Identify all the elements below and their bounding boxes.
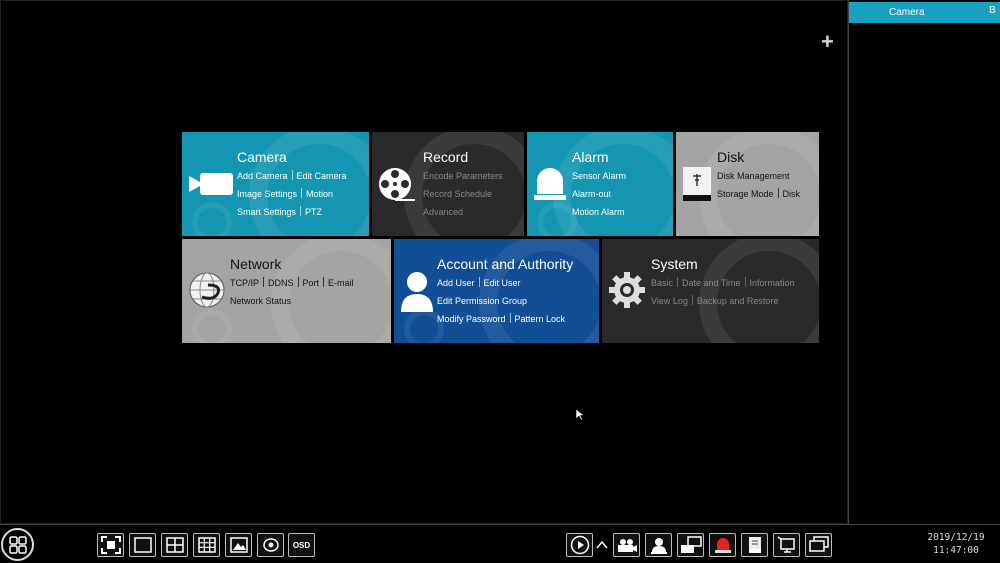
menu-tile-alarm[interactable]: Alarm Sensor Alarm Alarm-out Motion Alar…: [527, 132, 673, 236]
fullscreen-button[interactable]: [97, 533, 124, 557]
network-icon: [680, 536, 702, 553]
osd-button[interactable]: OSD: [288, 533, 315, 557]
tile-title: Camera: [237, 149, 287, 165]
add-user-link[interactable]: Add User: [437, 278, 475, 288]
port-link[interactable]: Port: [303, 278, 320, 288]
camera-icon: [189, 173, 233, 195]
live-view-area[interactable]: + Camera Add Camera Edit Camera Image Set…: [0, 0, 848, 524]
pattern-lock-link[interactable]: Pattern Lock: [515, 314, 566, 324]
fullscreen-icon: [100, 536, 121, 554]
disk-icon: [748, 537, 761, 553]
nine-view-button[interactable]: [193, 533, 220, 557]
user-icon: [650, 538, 667, 554]
storage-mode-link[interactable]: Storage Mode: [717, 189, 774, 199]
edit-camera-link[interactable]: Edit Camera: [297, 171, 347, 181]
alarm-out-link[interactable]: Alarm-out: [572, 189, 611, 199]
tile-title: Alarm: [572, 149, 609, 165]
smart-settings-link[interactable]: Smart Settings: [237, 207, 296, 217]
camera-record-button[interactable]: [613, 533, 640, 557]
clock: 2019/12/19 11:47:00: [916, 531, 996, 557]
single-view-button[interactable]: [129, 533, 156, 557]
email-link[interactable]: E-mail: [328, 278, 354, 288]
menu-tile-disk[interactable]: Disk Disk Management Storage Mode Disk: [676, 132, 819, 236]
ddns-link[interactable]: DDNS: [268, 278, 294, 288]
playback-button[interactable]: [566, 533, 593, 557]
ptz-link[interactable]: PTZ: [305, 207, 322, 217]
osd-icon: OSD: [292, 540, 311, 550]
tcpip-link[interactable]: TCP/IP: [230, 278, 259, 288]
tab-camera-label: Camera: [889, 7, 925, 18]
quad-view-button[interactable]: [161, 533, 188, 557]
system-icon: [777, 536, 795, 553]
taskbar: OSD 2019/12/19 11:47:00: [0, 524, 1000, 563]
single-view-icon: [133, 537, 152, 553]
display-icon: [808, 536, 829, 552]
nine-view-icon: [197, 537, 216, 553]
image-adjust-button[interactable]: [225, 533, 252, 557]
edit-permission-group-link[interactable]: Edit Permission Group: [437, 296, 527, 306]
globe-icon: [189, 272, 225, 308]
expand-button[interactable]: [595, 533, 609, 557]
view-log-link[interactable]: View Log: [651, 296, 688, 306]
tab-partial-label[interactable]: B: [989, 5, 996, 16]
playback-icon: [570, 535, 589, 555]
user-button[interactable]: [645, 533, 672, 557]
advanced-link[interactable]: Advanced: [423, 207, 463, 217]
menu-tile-camera[interactable]: Camera Add Camera Edit Camera Image Setti…: [182, 132, 369, 236]
tile-title: Network: [230, 256, 282, 272]
encode-parameters-link[interactable]: Encode Parameters: [423, 171, 503, 181]
mouse-cursor-icon: [576, 409, 585, 421]
sequence-button[interactable]: [257, 533, 284, 557]
display-button[interactable]: [805, 533, 832, 557]
basic-link[interactable]: Basic: [651, 278, 673, 288]
disk-management-link[interactable]: Disk Management: [717, 171, 790, 181]
side-panel[interactable]: Camera B: [848, 0, 1000, 524]
menu-tile-account[interactable]: Account and Authority Add User Edit User …: [394, 239, 599, 343]
sensor-alarm-link[interactable]: Sensor Alarm: [572, 171, 626, 181]
disk-button[interactable]: [741, 533, 768, 557]
film-reel-icon: [379, 168, 415, 201]
clock-time: 11:47:00: [933, 545, 979, 556]
start-menu-button[interactable]: [1, 528, 34, 561]
backup-and-restore-link[interactable]: Backup and Restore: [697, 296, 779, 306]
network-status-link[interactable]: Network Status: [230, 296, 291, 306]
sequence-icon: [262, 538, 279, 552]
user-icon: [401, 272, 433, 312]
tile-title: Record: [423, 149, 469, 165]
gear-icon: [609, 272, 645, 308]
tile-title: Account and Authority: [437, 256, 574, 272]
camera-record-icon: [617, 539, 637, 552]
alarm-icon: [714, 538, 731, 553]
image-settings-link[interactable]: Image Settings: [237, 189, 297, 199]
image-adjust-icon: [229, 537, 248, 553]
quad-view-icon: [165, 537, 184, 553]
hard-disk-icon: [683, 167, 711, 201]
date-and-time-link[interactable]: Date and Time: [682, 278, 741, 288]
clock-date: 2019/12/19: [927, 532, 985, 543]
alarm-button[interactable]: [709, 533, 736, 557]
start-menu-icon: [8, 535, 27, 554]
edit-user-link[interactable]: Edit User: [484, 278, 521, 288]
modify-password-link[interactable]: Modify Password: [437, 314, 506, 324]
network-button[interactable]: [677, 533, 704, 557]
alarm-light-icon: [534, 168, 566, 200]
tab-camera[interactable]: Camera B: [849, 2, 1000, 23]
information-link[interactable]: Information: [750, 278, 795, 288]
tile-title: Disk: [717, 149, 745, 165]
record-schedule-link[interactable]: Record Schedule: [423, 189, 492, 199]
disk-link[interactable]: Disk: [783, 189, 801, 199]
add-icon[interactable]: +: [821, 29, 834, 55]
system-button[interactable]: [773, 533, 800, 557]
motion-alarm-link[interactable]: Motion Alarm: [572, 207, 625, 217]
add-camera-link[interactable]: Add Camera: [237, 171, 288, 181]
menu-tile-network[interactable]: Network TCP/IP DDNS Port E-mail Network Sta…: [182, 239, 391, 343]
motion-link[interactable]: Motion: [306, 189, 333, 199]
expand-icon: [596, 540, 608, 549]
menu-tile-record[interactable]: Record Encode Parameters Record Schedule…: [372, 132, 524, 236]
tile-title: System: [651, 256, 698, 272]
menu-tile-system[interactable]: System Basic Date and Time Information Vie…: [602, 239, 819, 343]
